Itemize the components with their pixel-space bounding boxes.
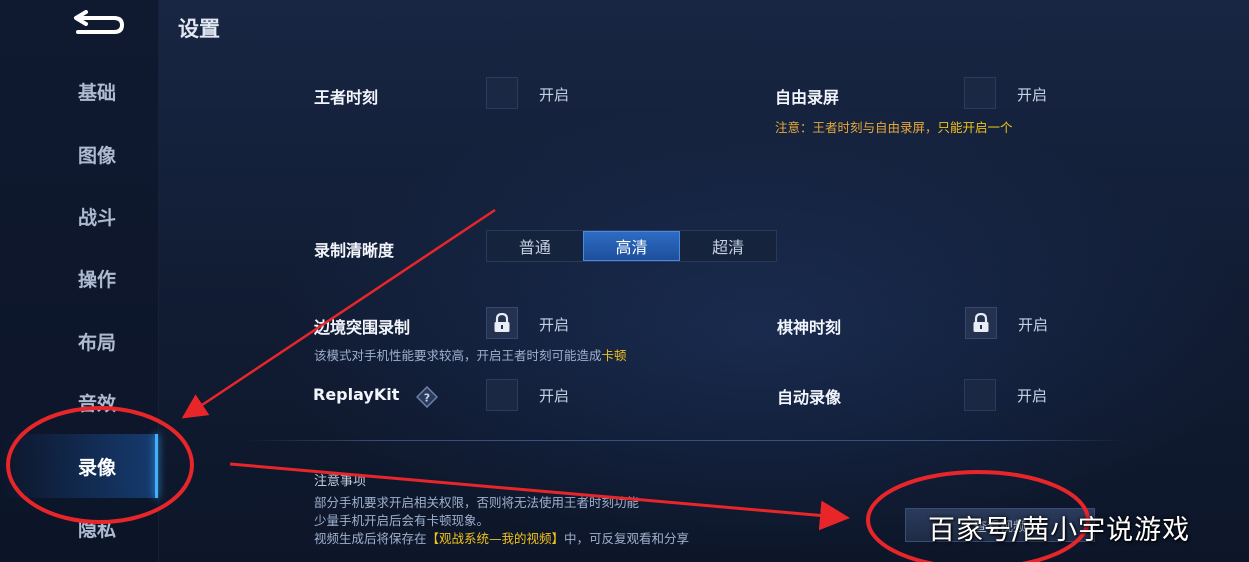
- notes-line-1: 部分手机要求开启相关权限，否则将无法使用王者时刻功能: [314, 495, 640, 510]
- border-breakout-label: 边境突围录制: [314, 318, 411, 337]
- sidebar-item-label: 图像: [78, 144, 117, 167]
- chess-moment-label: 棋神时刻: [777, 318, 842, 337]
- annotation-overlay: [6, 208, 1090, 562]
- sidebar-item-label: 操作: [78, 268, 117, 291]
- sidebar: 基础 图像 战斗 操作 布局 音效 录像 隐私: [0, 0, 159, 562]
- sidebar-item-combat[interactable]: 战斗: [0, 192, 158, 240]
- border-breakout-note: 该模式对手机性能要求较高，开启王者时刻可能造成卡顿: [314, 345, 627, 364]
- wangzhe-moment-label: 王者时刻: [314, 88, 379, 107]
- lock-icon: [973, 313, 989, 332]
- border-breakout-note-prefix: 该模式对手机性能要求较高，开启王者时刻可能造成: [314, 348, 602, 363]
- sidebar-item-layout[interactable]: 布局: [0, 317, 158, 365]
- free-record-note-highlight: 只能开启一个: [937, 120, 1013, 135]
- lock-icon: [494, 313, 510, 332]
- sidebar-item-label: 隐私: [78, 518, 117, 541]
- notes-line-3: 视频生成后将保存在【观战系统—我的视频】中，可反复观看和分享: [314, 528, 689, 547]
- auto-record-label: 自动录像: [777, 388, 842, 407]
- page-title: 设置: [178, 17, 220, 41]
- notes-line-3-highlight: 【观战系统—我的视频】: [426, 531, 565, 546]
- sidebar-item-label: 录像: [78, 456, 117, 479]
- wangzhe-moment-checkbox[interactable]: [486, 77, 518, 109]
- chess-moment-toggle-label: 开启: [1018, 316, 1049, 334]
- sidebar-item-sound[interactable]: 音效: [0, 378, 158, 426]
- sidebar-item-recording[interactable]: 录像: [0, 434, 158, 498]
- back-icon[interactable]: [70, 8, 126, 40]
- notes-line-3-suffix: 中，可反复观看和分享: [564, 531, 690, 546]
- watermark: 百家号/茜小宇说游戏: [928, 515, 1191, 546]
- border-breakout-lock: [486, 307, 518, 339]
- help-icon[interactable]: ?: [415, 385, 439, 409]
- notes-line-3-prefix: 视频生成后将保存在: [314, 531, 427, 546]
- quality-option-normal[interactable]: 普通: [487, 231, 583, 261]
- sidebar-item-graphics[interactable]: 图像: [0, 130, 158, 178]
- sidebar-item-controls[interactable]: 操作: [0, 254, 158, 302]
- sidebar-item-privacy[interactable]: 隐私: [0, 504, 158, 552]
- free-record-label: 自由录屏: [775, 88, 840, 107]
- replaykit-checkbox[interactable]: [486, 379, 518, 411]
- quality-segmented-control: 普通 高清 超清: [486, 230, 777, 262]
- free-record-toggle-label: 开启: [1017, 86, 1048, 104]
- sidebar-item-basic[interactable]: 基础: [0, 67, 158, 115]
- border-breakout-toggle-label: 开启: [539, 316, 570, 334]
- free-record-checkbox[interactable]: [964, 77, 996, 109]
- quality-option-hd[interactable]: 高清: [582, 231, 681, 261]
- chess-moment-lock: [965, 307, 997, 339]
- sidebar-item-label: 音效: [78, 392, 117, 415]
- notes-title: 注意事项: [314, 474, 367, 489]
- svg-text:?: ?: [424, 392, 430, 405]
- free-record-note-prefix: 注意：王者时刻与自由录屏，: [775, 120, 938, 135]
- auto-record-toggle-label: 开启: [1017, 387, 1048, 405]
- section-divider: [245, 440, 1130, 441]
- notes-line-2: 少量手机开启后会有卡顿现象。: [314, 513, 490, 528]
- border-breakout-note-highlight: 卡顿: [601, 348, 627, 363]
- replaykit-toggle-label: 开启: [539, 387, 570, 405]
- sidebar-item-label: 布局: [78, 331, 117, 354]
- replaykit-label: ReplayKit: [313, 385, 400, 404]
- wangzhe-moment-toggle-label: 开启: [539, 86, 570, 104]
- quality-label: 录制清晰度: [314, 241, 395, 260]
- sidebar-item-label: 基础: [78, 81, 117, 104]
- auto-record-checkbox[interactable]: [964, 379, 996, 411]
- quality-option-uhd[interactable]: 超清: [680, 231, 776, 261]
- free-record-note: 注意：王者时刻与自由录屏，只能开启一个: [775, 117, 1013, 136]
- sidebar-item-label: 战斗: [78, 206, 117, 229]
